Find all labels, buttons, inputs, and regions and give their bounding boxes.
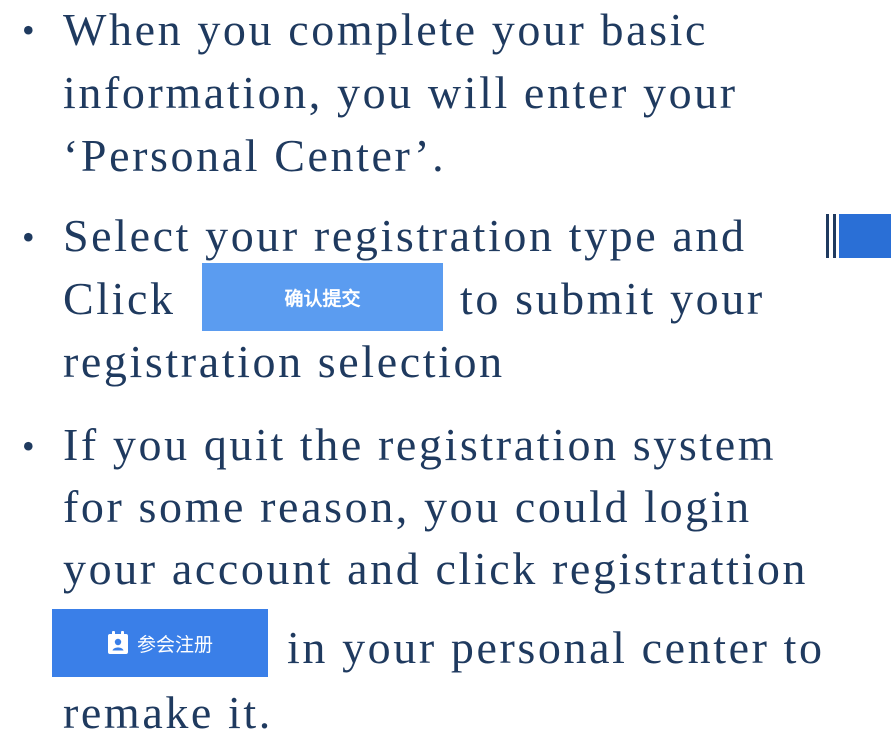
- bullet-marker: •: [22, 10, 35, 50]
- bullet-2-submit-text: to submit your: [460, 273, 765, 324]
- bullet-1-line-1: When you complete your basic: [63, 4, 709, 55]
- bullet-2-click-text: Click: [63, 273, 176, 324]
- bullet-3-personal-center-text: in your personal center to: [287, 622, 825, 673]
- bullet-3-line-2: for some reason, you could login: [63, 481, 752, 532]
- registration-button-label: 参会注册: [136, 633, 213, 656]
- registration-button[interactable]: 参会注册: [52, 609, 268, 677]
- bullet-1-line-2: information, you will enter your: [63, 67, 738, 118]
- badge-icon: [107, 631, 129, 655]
- bullet-2-line-1: Select your registration type and: [63, 210, 747, 261]
- bullet-marker: •: [22, 217, 35, 257]
- bullet-marker: •: [22, 426, 35, 466]
- bullet-3-line-3: your account and click registrattion: [63, 543, 809, 594]
- bullet-1-line-3: ‘Personal Center’.: [63, 130, 447, 181]
- confirm-submit-button[interactable]: 确认提交: [202, 263, 443, 331]
- bullet-3-line-1: If you quit the registration system: [63, 419, 777, 470]
- edge-accent-bar: [826, 214, 891, 258]
- bullet-3-line-5: remake it.: [63, 687, 273, 738]
- bullet-2-line-3: registration selection: [63, 336, 505, 387]
